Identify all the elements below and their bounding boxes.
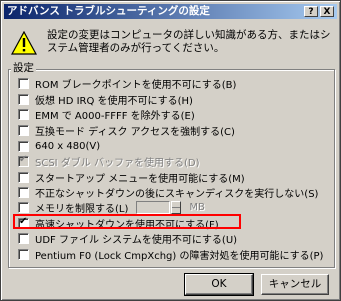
settings-group-label: 設定	[11, 62, 36, 75]
help-button[interactable]: ?	[304, 6, 318, 17]
title-bar: アドバンス トラブルシューティングの設定 ? X	[4, 4, 337, 19]
dialog-window: アドバンス トラブルシューティングの設定 ? X 設定の変更はコンピュータの詳し…	[0, 0, 341, 301]
option-label: 仮想 HD IRQ を使用不可にする(H)	[35, 95, 193, 107]
warning-message: 設定の変更はコンピュータの詳しい知識がある方、またはシステム管理者のみが行ってく…	[47, 29, 331, 54]
option-rom-breakpoint[interactable]: ROM ブレークポイントを使用不可にする(B)	[18, 76, 237, 91]
memory-limit-input	[136, 200, 171, 214]
window-title: アドバンス トラブルシューティングの設定	[7, 5, 210, 17]
option-label: メモリを制限する(L)	[35, 203, 129, 215]
option-label: UDF ファイル システムを使用不可にする(U)	[35, 234, 238, 246]
ok-button[interactable]: OK	[184, 273, 254, 296]
option-label: 不正なシャットダウンの後にスキャンディスクを実行しない(S)	[35, 188, 319, 200]
option-startup-menu[interactable]: スタートアップ メニューを使用可能にする(M)	[18, 170, 245, 185]
option-label: Pentium F0 (Lock CmpXchg) の障害対処を使用可能にする(…	[35, 250, 324, 262]
option-label: 互換モード ディスク アクセスを強制する(C)	[35, 126, 235, 138]
option-udf-filesystem[interactable]: UDF ファイル システムを使用不可にする(U)	[18, 231, 238, 246]
checkbox[interactable]	[18, 171, 29, 183]
checkbox[interactable]	[18, 232, 29, 244]
checkbox[interactable]	[18, 108, 29, 120]
checkbox[interactable]	[18, 77, 29, 89]
warning-icon	[11, 31, 37, 55]
option-no-scandisk[interactable]: 不正なシャットダウンの後にスキャンディスクを実行しない(S)	[18, 185, 319, 200]
cancel-button[interactable]: キャンセル	[261, 274, 329, 295]
option-pentium-f0[interactable]: Pentium F0 (Lock CmpXchg) の障害対処を使用可能にする(…	[18, 247, 324, 262]
close-button[interactable]: X	[320, 6, 334, 17]
checkbox[interactable]	[18, 201, 29, 213]
memory-unit-label: MB	[189, 201, 205, 213]
checkbox[interactable]	[18, 124, 29, 136]
option-compat-disk-access[interactable]: 互換モード ディスク アクセスを強制する(C)	[18, 123, 235, 138]
checkbox	[18, 154, 29, 167]
checkbox[interactable]	[18, 186, 29, 198]
option-limit-memory[interactable]: メモリを制限する(L) MB	[18, 200, 205, 215]
option-emm-exclude[interactable]: EMM で A000-FFFF を除外する(E)	[18, 107, 195, 122]
option-label: 640 x 480(V)	[35, 140, 101, 152]
option-label: SCSI ダブル バッファを使用する(D)	[35, 157, 200, 169]
memory-limit-spinner	[171, 200, 182, 214]
option-scsi-double-buffer: SCSI ダブル バッファを使用する(D)	[18, 154, 200, 169]
checkbox[interactable]	[18, 248, 29, 260]
checkbox[interactable]	[18, 140, 29, 152]
option-virtual-hd-irq[interactable]: 仮想 HD IRQ を使用不可にする(H)	[18, 92, 193, 107]
highlight-box	[13, 214, 241, 229]
option-640x480[interactable]: 640 x 480(V)	[18, 139, 100, 153]
option-label: スタートアップ メニューを使用可能にする(M)	[35, 173, 245, 185]
checkbox[interactable]	[18, 93, 29, 105]
option-label: ROM ブレークポイントを使用不可にする(B)	[35, 79, 237, 91]
option-label: EMM で A000-FFFF を除外する(E)	[35, 110, 195, 122]
